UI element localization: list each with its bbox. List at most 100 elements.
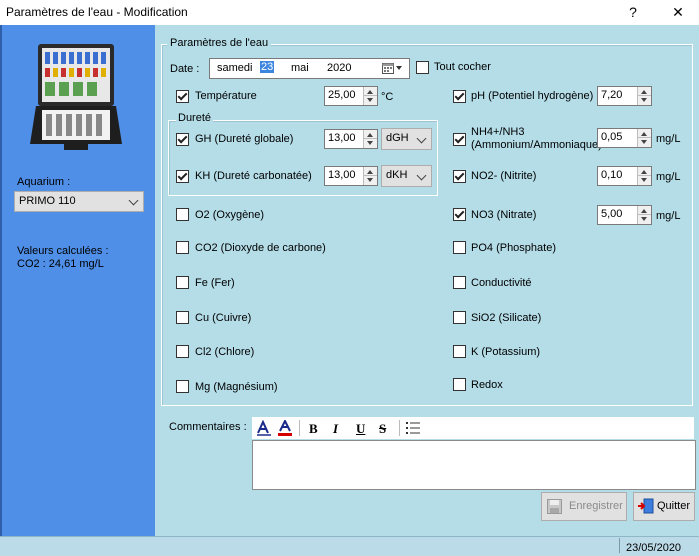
kh-stepper[interactable]: 13,00	[324, 166, 378, 186]
k-checkbox[interactable]	[453, 345, 466, 358]
underline-button[interactable]: U	[356, 421, 365, 437]
water-params-legend: Paramètres de l'eau	[167, 37, 272, 49]
no3-checkbox[interactable]	[453, 208, 466, 221]
temperature-value: 25,00	[328, 89, 356, 101]
toolbar-separator	[299, 420, 300, 436]
calculated-co2-value: CO2 : 24,61 mg/L	[17, 258, 104, 270]
kh-spin[interactable]	[363, 167, 377, 185]
no2-unit: mg/L	[656, 171, 681, 183]
nh4-spin[interactable]	[637, 129, 651, 147]
no3-label: NO3 (Nitrate)	[471, 209, 537, 221]
cu-checkbox[interactable]	[176, 311, 189, 324]
bullet-list-icon[interactable]	[406, 421, 420, 435]
nh4-stepper[interactable]: 0,05	[597, 128, 652, 148]
gh-value: 13,00	[328, 132, 356, 144]
close-button[interactable]: ✕	[667, 3, 689, 21]
nh4-label-line2: (Ammonium/Ammoniaque)	[471, 139, 602, 151]
status-bar	[0, 536, 699, 556]
gh-unit-select[interactable]: dGH	[381, 128, 432, 150]
po4-checkbox[interactable]	[453, 241, 466, 254]
no3-spin[interactable]	[637, 206, 651, 224]
mg-checkbox[interactable]	[176, 380, 189, 393]
chevron-down-icon	[128, 195, 139, 206]
test-kit-image	[30, 44, 122, 150]
save-icon	[547, 499, 562, 514]
gh-unit-value: dGH	[386, 132, 409, 144]
comments-textarea[interactable]	[252, 440, 696, 490]
fe-checkbox[interactable]	[176, 276, 189, 289]
o2-checkbox[interactable]	[176, 208, 189, 221]
ph-stepper[interactable]: 7,20	[597, 86, 652, 106]
nh4-value: 0,05	[601, 131, 623, 143]
fe-label: Fe (Fer)	[195, 277, 235, 289]
ph-spin[interactable]	[637, 87, 651, 105]
redox-checkbox[interactable]	[453, 378, 466, 391]
nh4-checkbox[interactable]	[453, 133, 466, 146]
status-separator	[619, 538, 620, 553]
no2-stepper[interactable]: 0,10	[597, 166, 652, 186]
strikethrough-button[interactable]: S	[379, 421, 386, 437]
font-style-icon[interactable]	[256, 420, 272, 436]
cu-label: Cu (Cuivre)	[195, 312, 252, 324]
co2-checkbox[interactable]	[176, 241, 189, 254]
o2-label: O2 (Oxygène)	[195, 209, 265, 221]
kh-value: 13,00	[328, 169, 356, 181]
date-picker[interactable]: samedi 23 mai 2020	[209, 58, 410, 79]
conductivity-checkbox[interactable]	[453, 276, 466, 289]
date-year[interactable]: 2020	[327, 62, 351, 74]
nh4-unit: mg/L	[656, 133, 681, 145]
gh-label: GH (Dureté globale)	[195, 133, 294, 145]
date-weekday: samedi	[217, 62, 253, 74]
ph-checkbox[interactable]	[453, 90, 466, 103]
no3-value: 5,00	[601, 208, 623, 220]
sidebar-edge	[0, 25, 2, 536]
save-button-label: Enregistrer	[569, 500, 623, 512]
calculated-values-title: Valeurs calculées :	[17, 245, 109, 257]
no2-label: NO2- (Nitrite)	[471, 170, 537, 182]
italic-button[interactable]: I	[333, 421, 338, 437]
quit-button[interactable]: Quitter	[633, 492, 695, 521]
no2-value: 0,10	[601, 169, 623, 181]
comments-toolbar: B I U S	[252, 417, 694, 439]
no3-stepper[interactable]: 5,00	[597, 205, 652, 225]
gh-spin[interactable]	[363, 130, 377, 148]
exit-door-icon	[638, 498, 654, 514]
kh-unit-select[interactable]: dKH	[381, 165, 432, 187]
date-month[interactable]: mai	[291, 62, 309, 74]
kh-label: KH (Dureté carbonatée)	[195, 170, 312, 182]
no3-unit: mg/L	[656, 210, 681, 222]
temperature-checkbox[interactable]	[176, 90, 189, 103]
cl2-checkbox[interactable]	[176, 345, 189, 358]
date-day[interactable]: 23	[260, 61, 275, 73]
help-button[interactable]: ?	[622, 3, 644, 21]
no2-spin[interactable]	[637, 167, 651, 185]
check-all-checkbox[interactable]	[416, 61, 429, 74]
font-color-icon[interactable]	[277, 420, 293, 436]
temperature-stepper[interactable]: 25,00	[324, 86, 378, 106]
temperature-spin[interactable]	[363, 87, 377, 105]
comments-label: Commentaires :	[169, 421, 247, 433]
k-label: K (Potassium)	[471, 346, 541, 358]
calendar-icon[interactable]	[382, 62, 394, 74]
status-date: 23/05/2020	[626, 542, 682, 554]
aquarium-select[interactable]: PRIMO 110	[14, 191, 144, 212]
sio2-label: SiO2 (Silicate)	[471, 312, 542, 324]
date-dropdown-icon[interactable]	[396, 66, 402, 70]
redox-label: Redox	[471, 379, 503, 391]
bold-button[interactable]: B	[309, 421, 318, 437]
temperature-unit: °C	[381, 91, 394, 103]
aquarium-value: PRIMO 110	[19, 195, 76, 207]
kh-unit-value: dKH	[386, 169, 408, 181]
gh-stepper[interactable]: 13,00	[324, 129, 378, 149]
window-title: Paramètres de l'eau - Modification	[6, 5, 188, 19]
chevron-down-icon	[416, 133, 427, 144]
sio2-checkbox[interactable]	[453, 311, 466, 324]
no2-checkbox[interactable]	[453, 170, 466, 183]
gh-checkbox[interactable]	[176, 133, 189, 146]
po4-label: PO4 (Phosphate)	[471, 242, 556, 254]
kh-checkbox[interactable]	[176, 170, 189, 183]
nh4-label-line1: NH4+/NH3	[471, 126, 525, 138]
co2-label: CO2 (Dioxyde de carbone)	[195, 242, 326, 254]
save-button[interactable]: Enregistrer	[541, 492, 627, 521]
cl2-label: Cl2 (Chlore)	[195, 346, 255, 358]
